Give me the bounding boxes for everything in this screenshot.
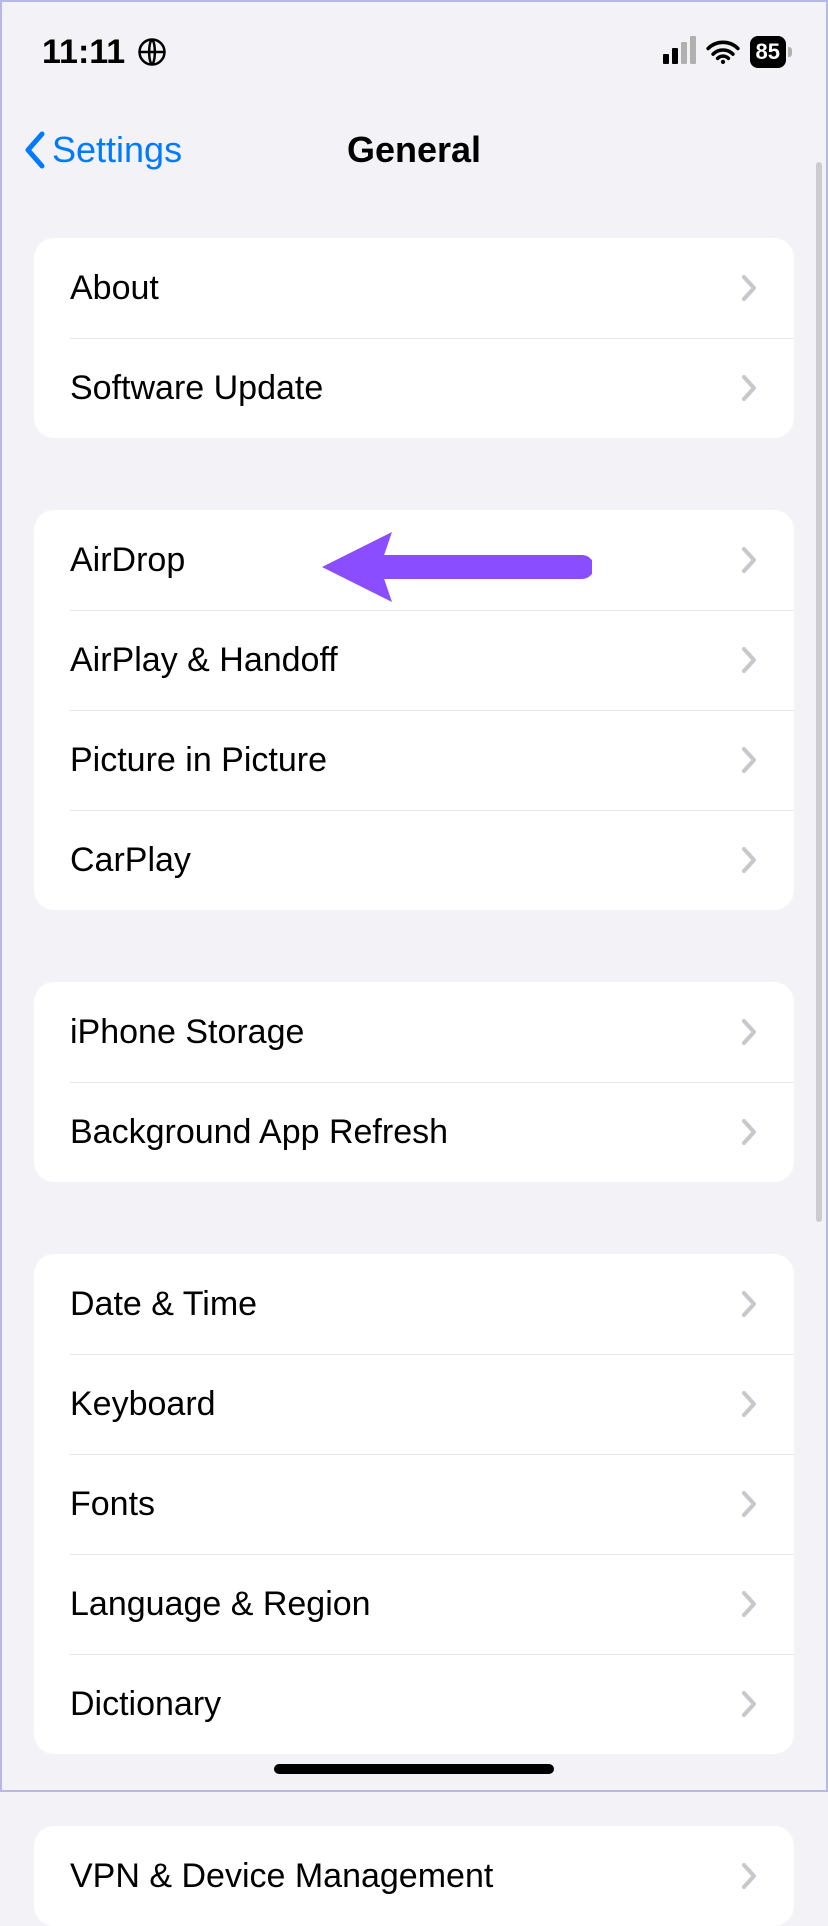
- battery-level: 85: [756, 39, 780, 64]
- row-background-app-refresh[interactable]: Background App Refresh: [34, 1082, 794, 1182]
- settings-group-4: VPN & Device Management: [34, 1826, 794, 1926]
- chevron-right-icon: [740, 1861, 758, 1891]
- row-keyboard[interactable]: Keyboard: [34, 1354, 794, 1454]
- row-label: Date & Time: [70, 1285, 257, 1324]
- page-title: General: [347, 129, 481, 171]
- row-vpn-device-management[interactable]: VPN & Device Management: [34, 1826, 794, 1926]
- chevron-right-icon: [740, 745, 758, 775]
- row-label: Fonts: [70, 1485, 155, 1524]
- row-fonts[interactable]: Fonts: [34, 1454, 794, 1554]
- settings-group-3: Date & Time Keyboard Fonts Language & Re…: [34, 1254, 794, 1754]
- settings-group-2: iPhone Storage Background App Refresh: [34, 982, 794, 1182]
- row-airplay-handoff[interactable]: AirPlay & Handoff: [34, 610, 794, 710]
- row-label: iPhone Storage: [70, 1013, 304, 1052]
- chevron-right-icon: [740, 1689, 758, 1719]
- chevron-right-icon: [740, 1117, 758, 1147]
- row-date-time[interactable]: Date & Time: [34, 1254, 794, 1354]
- status-left: 11:11: [42, 33, 167, 72]
- chevron-right-icon: [740, 1289, 758, 1319]
- status-bar: 11:11 85: [2, 2, 826, 102]
- content: About Software Update AirDrop AirPlay & …: [2, 198, 826, 1926]
- row-label: AirPlay & Handoff: [70, 641, 338, 680]
- row-label: Language & Region: [70, 1585, 371, 1624]
- scroll-indicator: [816, 162, 822, 1222]
- settings-group-0: About Software Update: [34, 238, 794, 438]
- cellular-icon: [663, 40, 696, 64]
- chevron-right-icon: [740, 845, 758, 875]
- row-label: VPN & Device Management: [70, 1857, 493, 1896]
- chevron-right-icon: [740, 1017, 758, 1047]
- row-label: Software Update: [70, 369, 323, 408]
- row-about[interactable]: About: [34, 238, 794, 338]
- row-iphone-storage[interactable]: iPhone Storage: [34, 982, 794, 1082]
- back-label: Settings: [52, 129, 182, 171]
- row-label: Background App Refresh: [70, 1113, 448, 1152]
- settings-group-1: AirDrop AirPlay & Handoff Picture in Pic…: [34, 510, 794, 910]
- row-label: About: [70, 269, 159, 308]
- row-language-region[interactable]: Language & Region: [34, 1554, 794, 1654]
- row-dictionary[interactable]: Dictionary: [34, 1654, 794, 1754]
- chevron-left-icon: [22, 131, 46, 169]
- back-button[interactable]: Settings: [22, 129, 182, 171]
- row-label: Picture in Picture: [70, 741, 327, 780]
- chevron-right-icon: [740, 1589, 758, 1619]
- row-label: Keyboard: [70, 1385, 216, 1424]
- home-indicator[interactable]: [274, 1764, 554, 1774]
- status-time: 11:11: [42, 33, 125, 72]
- chevron-right-icon: [740, 373, 758, 403]
- wifi-icon: [706, 39, 740, 65]
- row-carplay[interactable]: CarPlay: [34, 810, 794, 910]
- row-picture-in-picture[interactable]: Picture in Picture: [34, 710, 794, 810]
- chevron-right-icon: [740, 273, 758, 303]
- chevron-right-icon: [740, 1389, 758, 1419]
- chevron-right-icon: [740, 645, 758, 675]
- row-software-update[interactable]: Software Update: [34, 338, 794, 438]
- row-label: CarPlay: [70, 841, 191, 880]
- row-label: Dictionary: [70, 1685, 221, 1724]
- row-airdrop[interactable]: AirDrop: [34, 510, 794, 610]
- chevron-right-icon: [740, 545, 758, 575]
- status-right: 85: [663, 36, 786, 68]
- chevron-right-icon: [740, 1489, 758, 1519]
- globe-icon: [137, 37, 167, 67]
- battery-icon: 85: [750, 36, 786, 68]
- row-label: AirDrop: [70, 541, 185, 580]
- navbar: Settings General: [2, 102, 826, 198]
